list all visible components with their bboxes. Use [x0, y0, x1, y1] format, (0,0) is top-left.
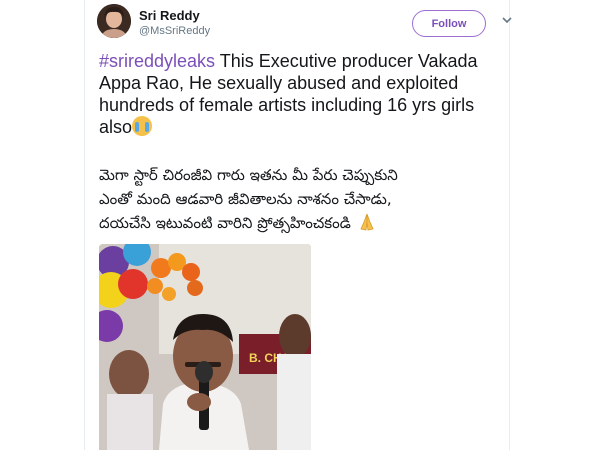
photo-image: B. CHOU — [99, 244, 311, 450]
follow-button[interactable]: Follow — [412, 10, 486, 37]
tweet-text-english: #srireddyleaks This Executive producer V… — [99, 50, 499, 138]
tweet-header: Sri Reddy @MsSriReddy Follow — [97, 4, 512, 44]
tweet-photo[interactable]: B. CHOU — [99, 244, 311, 450]
avatar[interactable] — [97, 4, 131, 38]
tweet-text-telugu: మెగా స్టార్ చిరంజీవి గారు ఇతను మీ పేరు చ… — [99, 163, 499, 235]
user-handle[interactable]: @MsSriReddy — [139, 25, 210, 37]
telugu-line: మెగా స్టార్ చిరంజీవి గారు ఇతను మీ పేరు చ… — [99, 166, 398, 184]
tweet-card: Sri Reddy @MsSriReddy Follow #srireddyle… — [84, 0, 512, 450]
crying-face-icon — [132, 116, 153, 136]
display-name[interactable]: Sri Reddy — [139, 8, 200, 23]
telugu-line-text: దయచేసి ఇటువంటి వారిని ప్రోత్సహించకండి — [99, 214, 351, 232]
telugu-line-last: దయచేసి ఇటువంటి వారిని ప్రోత్సహించకండి — [99, 211, 499, 235]
folded-hands-icon — [360, 213, 374, 231]
chevron-down-icon[interactable] — [501, 14, 513, 26]
telugu-line: ఎంతో మంది ఆడవారి జీవితాలను నాశనం చేసాడు, — [99, 190, 392, 208]
hashtag-link[interactable]: #srireddyleaks — [99, 51, 215, 71]
